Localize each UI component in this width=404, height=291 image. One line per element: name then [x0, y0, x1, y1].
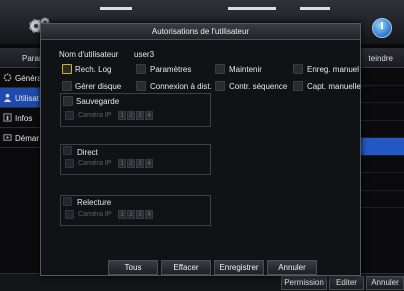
channel-3-checkbox[interactable]: 3 — [136, 210, 144, 219]
edit-button[interactable]: Editer — [329, 276, 364, 290]
user-permissions-dialog: Autorisations de l'utilisateur Nom d'uti… — [40, 23, 361, 276]
select-all-button[interactable]: Tous — [108, 260, 158, 275]
playback-camera-checkbox[interactable] — [65, 210, 74, 219]
channel-3-checkbox[interactable]: 3 — [136, 159, 144, 168]
camera-label: Caméra IP — [78, 211, 112, 218]
permission-label: Connexion à dist. — [150, 82, 212, 91]
group-label: Sauvegarde — [76, 97, 120, 106]
group-label: Direct — [77, 148, 98, 157]
permission-maintain-checkbox[interactable] — [215, 64, 225, 74]
playback-group-checkbox[interactable] — [63, 197, 72, 206]
save-button[interactable]: Enregistrer — [214, 260, 264, 275]
camera-label: Caméra IP — [78, 112, 112, 119]
username-value: user3 — [134, 50, 155, 59]
permission-manual-capture-checkbox[interactable] — [293, 81, 303, 91]
cancel-button[interactable]: Annuler — [267, 260, 317, 275]
channel-1-checkbox[interactable]: 1 — [118, 111, 126, 120]
channel-2-checkbox[interactable]: 2 — [127, 210, 135, 219]
group-label: Relecture — [77, 198, 112, 207]
menu-item-label: Généra — [15, 74, 42, 83]
channel-1-checkbox[interactable]: 1 — [118, 159, 126, 168]
user-icon — [3, 93, 12, 102]
username-label: Nom d'utilisateur — [59, 50, 119, 59]
permission-disk-manage-checkbox[interactable] — [62, 81, 72, 91]
toolbar-tab-indicator — [300, 7, 330, 10]
camera-label: Caméra IP — [78, 160, 112, 167]
permission-label: Enreg. manuel — [307, 65, 360, 74]
permission-label: Capt. manuelle — [307, 82, 361, 91]
channel-4-checkbox[interactable]: 4 — [145, 159, 153, 168]
gear-icon — [3, 73, 12, 82]
header-right-text: teindre — [368, 54, 393, 63]
info-icon — [3, 113, 12, 122]
permission-remote-login-checkbox[interactable] — [136, 81, 146, 91]
clear-button[interactable]: Effacer — [161, 260, 211, 275]
channel-2-checkbox[interactable]: 2 — [127, 159, 135, 168]
permission-button[interactable]: Permission — [281, 276, 327, 290]
live-group-checkbox[interactable] — [63, 146, 72, 155]
toolbar-tab-indicator — [100, 7, 132, 10]
permission-label: Gérer disque — [75, 82, 122, 91]
permission-label: Rech. Log — [75, 65, 112, 74]
permission-sequence-control-checkbox[interactable] — [215, 81, 225, 91]
toolbar-tab-indicator — [228, 7, 276, 10]
channel-1-checkbox[interactable]: 1 — [118, 210, 126, 219]
permission-label: Maintenir — [229, 65, 262, 74]
channel-2-checkbox[interactable]: 2 — [127, 111, 135, 120]
channel-3-checkbox[interactable]: 3 — [136, 111, 144, 120]
permission-settings-checkbox[interactable] — [136, 64, 146, 74]
channel-4-checkbox[interactable]: 4 — [145, 111, 153, 120]
backup-group-checkbox[interactable] — [63, 96, 73, 106]
permission-label: Paramètres — [150, 65, 192, 74]
permission-manual-record-checkbox[interactable] — [293, 64, 303, 74]
live-camera-checkbox[interactable] — [65, 159, 74, 168]
dialog-title: Autorisations de l'utilisateur — [41, 24, 360, 40]
startup-icon — [3, 134, 12, 141]
menu-item-label: Utilisat — [15, 94, 40, 103]
channel-4-checkbox[interactable]: 4 — [145, 210, 153, 219]
cancel-background-button[interactable]: Annuler — [366, 276, 404, 290]
power-icon[interactable] — [372, 18, 392, 38]
menu-item-label: Infos — [15, 114, 33, 123]
menu-item-label: Démar — [15, 134, 40, 143]
backup-camera-checkbox[interactable] — [65, 111, 74, 120]
permission-label: Contr. séquence — [229, 82, 288, 91]
permission-log-search-checkbox[interactable] — [62, 64, 72, 74]
